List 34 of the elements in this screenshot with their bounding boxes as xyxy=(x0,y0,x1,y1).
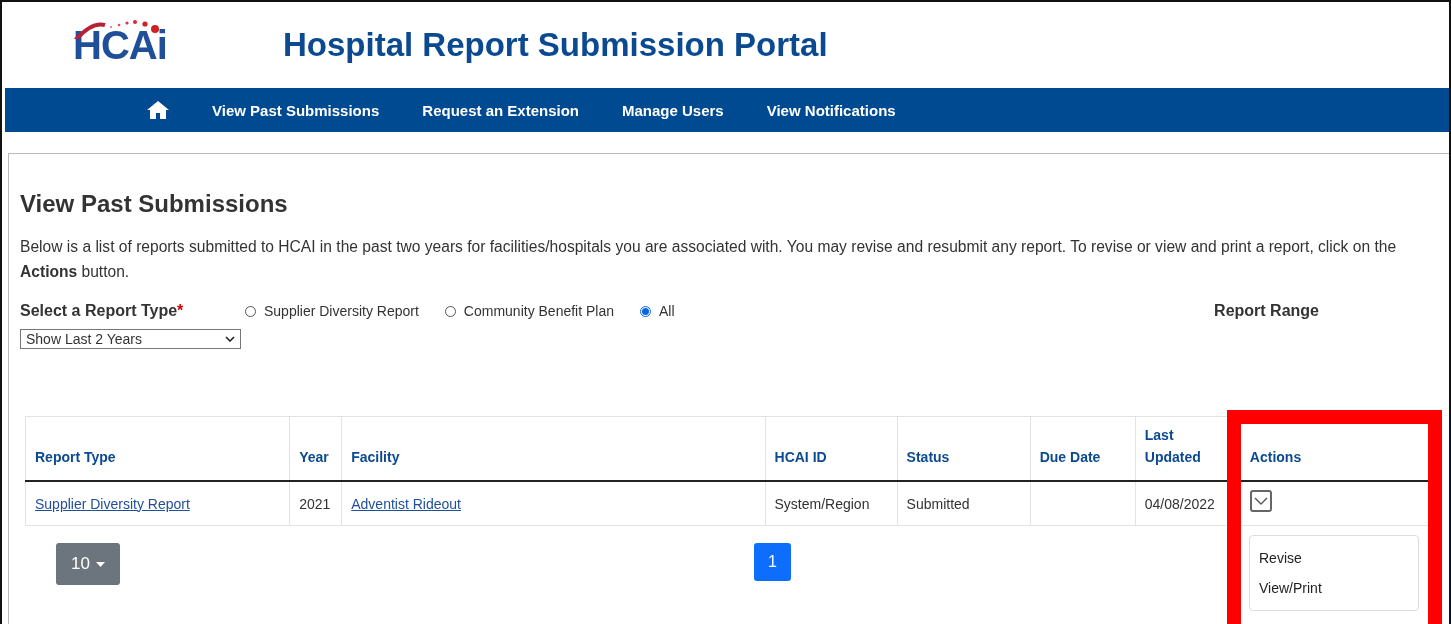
table-cell: 04/08/2022 xyxy=(1144,495,1215,512)
nav-link[interactable]: Manage Users xyxy=(622,101,724,119)
report-type-radio[interactable]: All xyxy=(640,303,675,319)
column-header: Due Date xyxy=(1030,416,1136,481)
menu-item[interactable]: View/Print xyxy=(1259,580,1322,596)
column-header: Facility xyxy=(341,416,765,481)
column-header: Status xyxy=(897,416,1031,481)
table-link[interactable]: Adventist Rideout xyxy=(351,495,461,512)
chevron-down-icon xyxy=(225,336,235,342)
actions-button[interactable] xyxy=(1249,490,1272,512)
report-type-radio[interactable]: Community Benefit Plan xyxy=(444,303,615,319)
table-cell: System/Region xyxy=(774,495,870,512)
column-header: HCAI ID xyxy=(765,416,898,481)
menu-item[interactable]: Revise xyxy=(1259,550,1302,566)
range-select[interactable]: Show Last 2 Years xyxy=(20,329,241,349)
nav-link[interactable]: View Past Submissions xyxy=(212,101,380,119)
portal-title: Hospital Report Submission Portal xyxy=(283,26,828,64)
table-cell: 2021 xyxy=(299,495,331,512)
column-header: Report Type xyxy=(25,416,290,481)
page-heading: View Past Submissions xyxy=(20,190,289,218)
report-range-label: Report Range xyxy=(1214,302,1319,320)
table-cell: Submitted xyxy=(906,495,970,512)
report-type-radio[interactable]: Supplier Diversity Report xyxy=(245,303,419,319)
report-type-label: Select a Report Type* xyxy=(20,302,185,320)
nav-link[interactable]: Request an Extension xyxy=(422,101,579,119)
intro-text: Below is a list of reports submitted to HCAI in the past two years for facilities/hospitals you are associated with. You may revise and resubmit any report. To revise or view and print a report, click on the Actions button. xyxy=(20,237,1398,282)
page-size-button[interactable]: 10 xyxy=(56,543,120,585)
page-button[interactable]: 1 xyxy=(754,543,791,581)
column-header: Year xyxy=(289,416,342,481)
nav-link[interactable]: View Notifications xyxy=(766,101,896,119)
home-icon[interactable] xyxy=(147,101,169,119)
chevron-down-icon xyxy=(1253,497,1268,505)
logo: HCAi xyxy=(73,22,283,68)
caret-icon xyxy=(95,561,105,567)
